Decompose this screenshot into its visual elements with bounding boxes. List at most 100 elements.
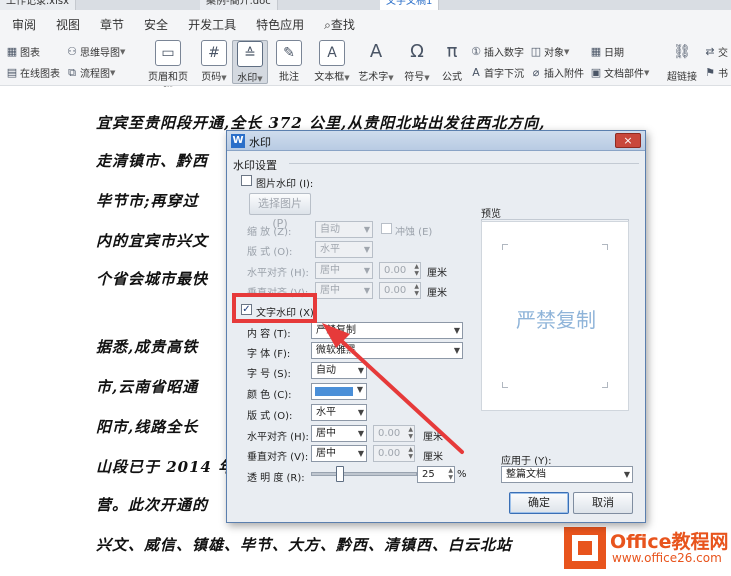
page-number-button[interactable]: # 页码▼ (196, 40, 232, 83)
slider-thumb[interactable] (336, 466, 344, 482)
doc-line: 毕节市;再穿过 (96, 192, 199, 210)
menu-review[interactable]: 审阅 (12, 16, 36, 33)
menu-chapter[interactable]: 章节 (100, 16, 124, 33)
insert-attachment-label: 插入附件 (544, 69, 584, 80)
menu-special-apps[interactable]: 特色应用 (256, 16, 304, 33)
pic-valign-offset[interactable]: 0.00 ▲ ▼ (379, 282, 421, 299)
chart-button[interactable]: ▦ 图表 (6, 44, 40, 59)
pic-halign-num: 0.00 (384, 265, 407, 276)
preview-watermark-text: 严禁复制 (516, 308, 596, 332)
flowchart-label: 流程图 (80, 69, 110, 80)
unit-cm: 厘米 (427, 268, 447, 279)
drop-cap-button[interactable]: A 首字下沉 (470, 65, 524, 80)
halign-select[interactable]: 居中 ▼ (311, 425, 367, 442)
scale-value: 自动 (320, 224, 340, 235)
washout-label: 冲蚀 (E) (395, 227, 433, 238)
pic-layout-select[interactable]: 水平 ▼ (315, 241, 373, 258)
pic-halign-select[interactable]: 居中 ▼ (315, 262, 373, 279)
spinner-icon[interactable]: ▲ ▼ (414, 263, 419, 277)
tab-current-doc[interactable]: 文字文稿1 (380, 0, 440, 10)
logo-title: Office教程网 (610, 531, 729, 553)
spinner-icon[interactable]: ▲ ▼ (414, 283, 419, 297)
insert-number-button[interactable]: ① 插入数字 (470, 44, 524, 59)
size-select[interactable]: 自动 ▼ (311, 362, 367, 379)
spinner-icon[interactable]: ▲ ▼ (408, 426, 413, 440)
halign-label: 水平对齐 (H): (247, 432, 309, 443)
ok-button[interactable]: 确定 (509, 492, 569, 514)
menu-view[interactable]: 视图 (56, 16, 80, 33)
menu-dev-tools[interactable]: 开发工具 (188, 16, 236, 33)
transparency-label: 透 明 度 (R): (247, 473, 305, 484)
valign-num: 0.00 (378, 448, 401, 459)
pic-valign-select[interactable]: 居中 ▼ (315, 282, 373, 299)
layout-value: 水平 (316, 407, 336, 418)
apply-to-select[interactable]: 整篇文档 ▼ (501, 466, 633, 483)
cancel-button[interactable]: 取消 (573, 492, 633, 514)
menu-security[interactable]: 安全 (144, 16, 168, 33)
hyperlink-button[interactable]: ⛓ 超链接 (664, 40, 700, 83)
page-number-label: 页码 (201, 72, 222, 83)
online-chart-button[interactable]: ▤ 在线图表 (6, 65, 60, 80)
picture-watermark-checkbox[interactable] (241, 175, 252, 186)
dialog-titlebar[interactable]: W 水印 × (227, 131, 645, 151)
mindmap-icon: ⚇ (67, 44, 77, 58)
bookmark-button[interactable]: ⚑ 书 (704, 65, 728, 80)
formula-label: 公式 (442, 72, 462, 83)
wordart-button[interactable]: A 艺术字▼ (356, 40, 396, 83)
object-button[interactable]: ◫ 对象 ▼ (530, 44, 570, 59)
transparency-value-input[interactable]: 25 ▲ ▼ (417, 466, 455, 483)
object-label: 对象 (544, 48, 564, 59)
bookmark-label: 书 (718, 69, 728, 80)
online-chart-label: 在线图表 (20, 69, 60, 80)
watermark-button[interactable]: ≙ 水印▼ (232, 40, 268, 84)
mindmap-label: 思维导图 (80, 48, 120, 59)
doc-parts-label: 文档部件 (604, 69, 644, 80)
divider (289, 163, 639, 164)
transparency-slider[interactable] (311, 466, 417, 482)
mindmap-button[interactable]: ⚇ 思维导图 ▼ (66, 44, 125, 59)
halign-offset[interactable]: 0.00 ▲ ▼ (373, 425, 415, 442)
font-select[interactable]: 微软雅黑 ▼ (311, 342, 463, 359)
doc-line: 个省会城市最快 (96, 270, 209, 288)
document-tab-strip: 工作记录.xlsx 案例-簡介.doc 文字文稿1 (0, 0, 731, 10)
pic-halign-offset[interactable]: 0.00 ▲ ▼ (379, 262, 421, 279)
spinner-icon[interactable]: ▲ ▼ (408, 446, 413, 460)
color-swatch (315, 387, 353, 396)
color-picker[interactable]: ▼ (311, 383, 367, 400)
formula-button[interactable]: π 公式 (436, 40, 468, 83)
textbox-button[interactable]: A 文本框▼ (312, 40, 352, 83)
ribbon-toolbar: ▦图表 ▤在线图表 ⚇思维导图▼ ⧉流程图▼ ▭页眉和页脚 #页码▼ ≙水印▼ … (0, 38, 731, 98)
insert-attachment-button[interactable]: ⌀ 插入附件 (530, 65, 584, 80)
menu-bar: 审阅 视图 章节 安全 开发工具 特色应用 ⌕查找 (0, 10, 731, 38)
washout-checkbox[interactable] (381, 223, 392, 234)
link-icon: ⛓ (673, 44, 691, 60)
apply-to-label: 应用于 (Y): (501, 456, 552, 467)
scale-select[interactable]: 自动 ▼ (315, 221, 373, 238)
close-button[interactable]: × (615, 133, 641, 148)
dialog-title: 水印 (249, 136, 271, 149)
select-picture-button[interactable]: 选择图片 (P) (249, 193, 311, 230)
spinner-icon[interactable]: ▲ ▼ (448, 467, 453, 481)
tab-case-intro[interactable]: 案例-簡介.doc (200, 0, 278, 10)
tab-worklog[interactable]: 工作记录.xlsx (0, 0, 77, 10)
content-select[interactable]: 严禁复制 ▼ (311, 322, 463, 339)
doc-line: 走清镇市、黔西 (96, 152, 209, 170)
valign-label: 垂直对齐 (V): (247, 452, 309, 463)
valign-offset[interactable]: 0.00 ▲ ▼ (373, 445, 415, 462)
layout-select[interactable]: 水平 ▼ (311, 404, 367, 421)
textbox-label: 文本框 (314, 72, 345, 83)
scale-label: 缩 放 (Z): (247, 227, 292, 238)
header-footer-icon: ▭ (155, 40, 181, 66)
valign-select[interactable]: 居中 ▼ (311, 445, 367, 462)
flowchart-button[interactable]: ⧉ 流程图 ▼ (66, 65, 115, 80)
page-number-icon: # (201, 40, 227, 66)
crossref-button[interactable]: ⇄ 交 (704, 44, 728, 59)
chevron-down-icon: ▼ (564, 47, 570, 56)
doc-line: 据悉,成贵高铁 (96, 338, 199, 356)
doc-parts-button[interactable]: ▣ 文档部件 ▼ (590, 65, 650, 80)
symbol-button[interactable]: Ω 符号▼ (400, 40, 434, 83)
annotation-button[interactable]: ✎ 批注 (272, 40, 306, 83)
menu-search[interactable]: ⌕查找 (324, 16, 355, 33)
date-button[interactable]: ▦ 日期 (590, 44, 624, 59)
apply-to-value: 整篇文档 (506, 469, 546, 480)
